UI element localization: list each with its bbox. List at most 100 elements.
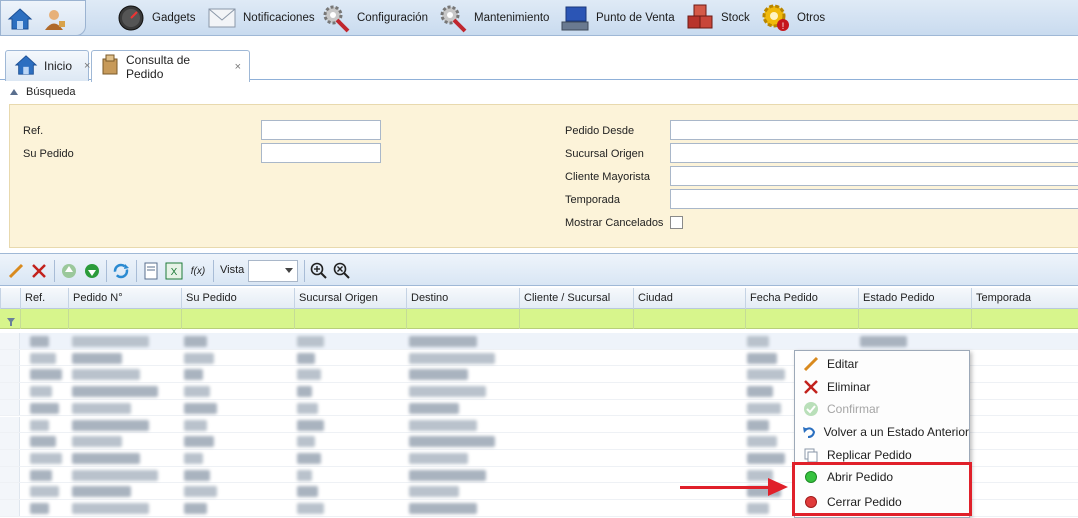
menu-mantenimiento[interactable]: Mantenimiento bbox=[438, 0, 549, 36]
row-indicator[interactable] bbox=[0, 483, 20, 499]
redacted-cell bbox=[747, 419, 769, 431]
column-header-estado-pedido[interactable]: Estado Pedido bbox=[858, 288, 971, 309]
edit-pencil-icon[interactable] bbox=[6, 261, 26, 281]
toolbar-separator bbox=[106, 260, 107, 282]
context-menu-replicar[interactable]: Replicar Pedido bbox=[795, 444, 969, 466]
redacted-cell bbox=[297, 503, 324, 514]
ref-input[interactable] bbox=[261, 120, 381, 140]
context-menu-confirmar: Confirmar bbox=[795, 398, 969, 420]
row-indicator[interactable] bbox=[0, 349, 20, 366]
column-header-sucursal-origen[interactable]: Sucursal Origen bbox=[294, 288, 406, 309]
context-menu-eliminar[interactable]: Eliminar bbox=[795, 376, 969, 398]
wrench-gears-icon bbox=[438, 3, 468, 33]
redacted-cell bbox=[184, 386, 211, 398]
sucursal-origen-input[interactable] bbox=[670, 143, 1078, 163]
row-indicator[interactable] bbox=[0, 333, 20, 349]
menu-gadgets[interactable]: Gadgets bbox=[116, 0, 195, 36]
move-up-icon[interactable] bbox=[59, 261, 79, 281]
context-menu-cerrar-pedido[interactable]: Cerrar Pedido bbox=[795, 491, 969, 513]
filter-cell[interactable] bbox=[745, 309, 746, 329]
menu-notificaciones[interactable]: Notificaciones bbox=[207, 0, 315, 36]
red-dot-icon bbox=[795, 491, 827, 513]
grid-corner bbox=[0, 288, 20, 309]
row-indicator[interactable] bbox=[0, 399, 20, 416]
mostrar-cancelados-checkbox[interactable] bbox=[670, 216, 683, 229]
delete-x-icon[interactable] bbox=[29, 261, 49, 281]
column-header-fecha-pedido[interactable]: Fecha Pedido bbox=[745, 288, 858, 309]
pedido-desde-input[interactable] bbox=[670, 120, 1078, 140]
gears-icon bbox=[321, 3, 351, 33]
column-header-pedido-n[interactable]: Pedido N° bbox=[68, 288, 181, 309]
menu-punto-de-venta-label: Punto de Venta bbox=[596, 12, 675, 24]
speedometer-icon bbox=[116, 3, 146, 33]
row-indicator[interactable] bbox=[0, 383, 20, 399]
print-preview-icon[interactable] bbox=[141, 261, 161, 281]
excel-export-icon[interactable]: X bbox=[164, 261, 184, 281]
row-indicator[interactable] bbox=[0, 500, 20, 516]
row-indicator[interactable] bbox=[0, 433, 20, 449]
filter-cell[interactable] bbox=[20, 309, 21, 329]
home-menu-box bbox=[0, 0, 86, 36]
move-down-icon[interactable] bbox=[82, 261, 102, 281]
filter-cell[interactable] bbox=[633, 309, 634, 329]
cliente-mayorista-input[interactable] bbox=[670, 166, 1078, 186]
collapse-arrow-icon[interactable] bbox=[10, 86, 18, 98]
tab-inicio[interactable]: Inicio × bbox=[5, 50, 90, 81]
filter-cell[interactable] bbox=[294, 309, 295, 329]
warning-gear-icon: ! bbox=[761, 3, 791, 33]
user-icon[interactable] bbox=[41, 7, 67, 31]
context-menu-volver-estado[interactable]: Volver a un Estado Anterior bbox=[795, 421, 969, 443]
column-header-destino[interactable]: Destino bbox=[406, 288, 519, 309]
zoom-reset-icon[interactable] bbox=[332, 261, 352, 281]
menu-stock[interactable]: Stock bbox=[685, 0, 750, 36]
column-header-su-pedido[interactable]: Su Pedido bbox=[181, 288, 294, 309]
redacted-cell bbox=[30, 402, 59, 414]
column-header-ciudad[interactable]: Ciudad bbox=[633, 288, 745, 309]
row-indicator[interactable] bbox=[0, 449, 20, 466]
redacted-cell bbox=[409, 369, 468, 381]
refresh-icon[interactable] bbox=[111, 261, 131, 281]
redacted-cell bbox=[297, 336, 324, 347]
boxes-icon bbox=[685, 3, 715, 33]
menu-punto-de-venta[interactable]: Punto de Venta bbox=[560, 0, 675, 36]
redacted-cell bbox=[409, 352, 495, 364]
context-menu-editar-label: Editar bbox=[827, 357, 859, 371]
menu-configuracion[interactable]: Configuración bbox=[321, 0, 428, 36]
temporada-input[interactable] bbox=[670, 189, 1078, 209]
row-indicator[interactable] bbox=[0, 416, 20, 433]
filter-cell[interactable] bbox=[971, 309, 972, 329]
tab-consulta-de-pedido[interactable]: Consulta de Pedido × bbox=[91, 50, 250, 82]
filter-cell[interactable] bbox=[858, 309, 859, 329]
tab-consulta-close-icon[interactable]: × bbox=[235, 61, 241, 73]
redacted-cell bbox=[30, 469, 53, 481]
row-indicator[interactable] bbox=[0, 466, 20, 483]
filter-cell[interactable] bbox=[68, 309, 69, 329]
context-menu-abrir-pedido[interactable]: Abrir Pedido bbox=[795, 466, 969, 488]
redacted-cell bbox=[184, 352, 214, 364]
column-header-cliente-sucursal[interactable]: Cliente / Sucursal bbox=[519, 288, 633, 309]
filter-cell[interactable] bbox=[406, 309, 407, 329]
redacted-cell bbox=[72, 503, 149, 514]
vista-select[interactable] bbox=[248, 260, 298, 282]
menu-configuracion-label: Configuración bbox=[357, 12, 428, 24]
redacted-cell bbox=[72, 336, 149, 347]
filter-cell[interactable] bbox=[519, 309, 520, 329]
menu-mantenimiento-label: Mantenimiento bbox=[474, 12, 550, 24]
redacted-cell bbox=[72, 436, 122, 448]
formula-icon[interactable]: f(x) bbox=[188, 261, 208, 281]
column-header-ref[interactable]: Ref. bbox=[20, 288, 68, 309]
redacted-cell bbox=[72, 452, 140, 464]
context-menu-editar[interactable]: Editar bbox=[795, 353, 969, 375]
tab-inicio-close-icon[interactable]: × bbox=[84, 60, 90, 72]
table-row[interactable] bbox=[0, 333, 1078, 350]
column-header-temporada[interactable]: Temporada bbox=[971, 288, 1078, 309]
toolbar-separator bbox=[304, 260, 305, 282]
su-pedido-input[interactable] bbox=[261, 143, 381, 163]
row-indicator[interactable] bbox=[0, 366, 20, 383]
search-section-header[interactable]: Búsqueda bbox=[0, 81, 1078, 103]
menu-otros[interactable]: ! Otros bbox=[761, 0, 825, 36]
grid-filter-row[interactable] bbox=[0, 309, 1078, 329]
filter-cell[interactable] bbox=[181, 309, 182, 329]
zoom-in-icon[interactable] bbox=[309, 261, 329, 281]
home-icon[interactable] bbox=[7, 7, 33, 31]
